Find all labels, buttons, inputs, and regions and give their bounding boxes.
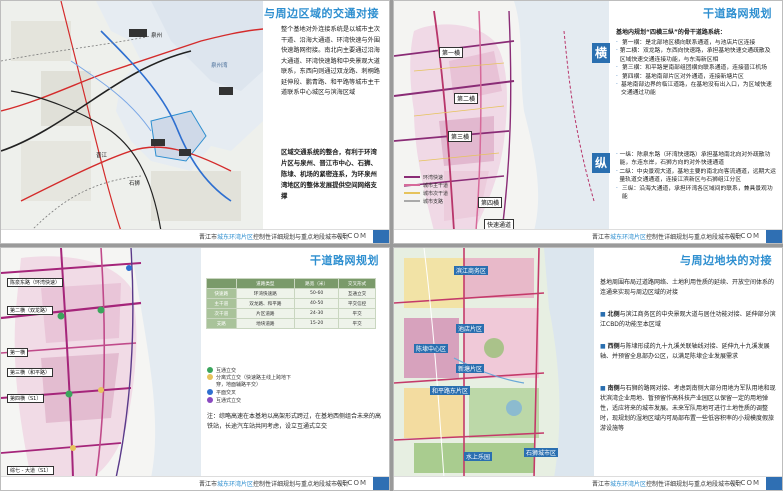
road-tag: 第三横（和平路） bbox=[7, 368, 54, 377]
road-tag: 陈泉东路（环湾快速） bbox=[7, 278, 64, 287]
list-item: · 第四横：基地南部片区对外通道，连接新塘片区 bbox=[616, 73, 744, 80]
page-badge bbox=[373, 477, 389, 490]
table-row: 支路 地块道路 15-20 平交 bbox=[206, 318, 376, 329]
table-row: 次干道 片区道路 24-30 平交 bbox=[206, 308, 376, 319]
footer-text: 晋江市城东环湾片区控制性详细规划与重点地段城市设计 bbox=[592, 234, 743, 241]
page-badge bbox=[766, 230, 782, 243]
road-label: 第一横 bbox=[439, 47, 464, 58]
footer-text: 晋江市城东环湾片区控制性详细规划与重点地段城市设计 bbox=[199, 234, 350, 241]
list-item: · 三纵：沿海大通道，承担环湾各区域间的联系，兼具景观功能 bbox=[616, 185, 773, 201]
map-legend: 环湾快速 城市主干道 城市次干道 城市支路 bbox=[404, 173, 448, 205]
area-tag: 池店片区 bbox=[456, 324, 485, 333]
note-text: 注：综略高速在本基地以高架形式跨过，在基地西侧组合未来的高铁站，长途汽车站共同考… bbox=[207, 413, 382, 430]
slide-title: 与周边区域的交通对接 bbox=[264, 7, 379, 20]
legend-item: 城市主干道 bbox=[404, 181, 448, 189]
area-tag: 水上乐园 bbox=[464, 452, 493, 461]
area-tag: 滨江商务区 bbox=[454, 266, 489, 275]
road-tag: 第二横（双龙路） bbox=[7, 306, 54, 315]
area-tag: 新塘片区 bbox=[456, 364, 485, 373]
table-header-row: 道路类型 路宽（米） 交叉形式 bbox=[206, 278, 376, 289]
aecom-logo: AECOM bbox=[729, 232, 760, 240]
area-tag: 石狮城市区 bbox=[524, 448, 559, 457]
slide-regional-traffic: 泉州 泉州湾 晋江 石狮 与周边区域的交通对接 整个基地对外连接系统是以城市主次… bbox=[0, 0, 390, 244]
zong-list: · 一纵：陈泉东路（环湾快速路）承担基地南北向对外疏散功能，东连东岸，石狮方向的对… bbox=[616, 151, 776, 201]
slide-footer: 晋江市城东环湾片区控制性详细规划与重点地段城市设计 AECOM bbox=[394, 229, 782, 243]
aecom-logo: AECOM bbox=[336, 479, 367, 487]
interchange-marker bbox=[65, 390, 73, 398]
section-heading: 基地内规划“四横三纵”的骨干道路系统： bbox=[616, 29, 726, 36]
road-spec-table: 道路类型 路宽（米） 交叉形式 快速路 环湾快速路 50-60 互通立交 主干道 双龙路、和… bbox=[206, 278, 376, 329]
slide-footer: 晋江市城东环湾片区控制性详细规划与重点地段城市设计 AECOM bbox=[1, 476, 389, 490]
slide-adjacent-parcels: 滨江商务区 池店片区 陈埭中心区 新塘片区 和平路东片区 石狮城市区 水上乐园 … bbox=[393, 247, 783, 491]
list-item: · 基地南部边界的临江道路，在基地没有出入口，为区域快速交通通过功能 bbox=[616, 82, 772, 97]
interchange-marker bbox=[57, 312, 65, 320]
slide-footer: 晋江市城东环湾片区控制性详细规划与重点地段城市设计 AECOM bbox=[394, 476, 782, 490]
list-item: · 第一横：是北部地区横向联系通道，与池店片区连接 bbox=[616, 40, 756, 46]
summary-paragraph: 区域交通系统的整合，有利于环湾片区与泉州、晋江市中心、石狮、陈埭、机场的紧密连系… bbox=[281, 148, 377, 200]
road-label: 第四横 bbox=[478, 197, 503, 208]
list-item: · 二纵：中央景观大道，基地主要的南北向客流通道，远期大运量轨道交通通道，连接江滨… bbox=[616, 168, 776, 184]
list-item: · 第三横：和平路是南部组团横向联系通道，连接晋江机场 bbox=[616, 65, 767, 72]
map-marker bbox=[129, 29, 147, 37]
legend-item: 互通式立交 bbox=[207, 396, 297, 404]
list-item: · 第二横：双龙路，东西向快速路，承担基地快速交通疏散及区域快速交通连接功能，与东… bbox=[616, 48, 771, 63]
north-paragraph: ■ 北侧与滨江商务区的中央景观大道与居住功能对接、延伸部分滨江CBD的功能至本区… bbox=[600, 311, 776, 328]
aecom-logo: AECOM bbox=[336, 232, 367, 240]
map-marker bbox=[179, 149, 191, 156]
map-label: 石狮 bbox=[129, 181, 141, 187]
map-marker bbox=[219, 87, 233, 95]
map-label: 晋江 bbox=[96, 153, 108, 159]
road-label: 第三横 bbox=[448, 131, 473, 142]
list-item: · 一纵：陈泉东路（环湾快速路）承担基地南北向对外疏散功能，东连东岸，石狮方向的对… bbox=[616, 152, 771, 167]
heng-badge: 横 bbox=[592, 43, 610, 63]
road-tag: 综七 - 大道（S1） bbox=[7, 466, 55, 475]
page-badge bbox=[766, 477, 782, 490]
map-label: 泉州湾 bbox=[211, 63, 228, 69]
slide-footer: 晋江市城东环湾片区控制性详细规划与重点地段城市设计 AECOM bbox=[1, 229, 389, 243]
legend-item: 分离式立交（快速路主线上跨地下穿，地面辅路平交） bbox=[207, 374, 297, 388]
map-marker bbox=[151, 139, 165, 146]
road-tag: 第一横 bbox=[7, 348, 29, 357]
interchange-marker bbox=[126, 265, 132, 271]
table-row: 主干道 双龙路、和平路 40-50 平交信控 bbox=[206, 298, 376, 309]
page-badge bbox=[373, 230, 389, 243]
area-tag: 陈埭中心区 bbox=[414, 344, 449, 353]
interchange-marker bbox=[98, 387, 104, 393]
area-tag: 和平路东片区 bbox=[430, 386, 471, 395]
legend-item: 平面交叉 bbox=[207, 388, 297, 396]
slide-title: 与周边地块的对接 bbox=[680, 254, 772, 267]
slide-title: 干道路网规划 bbox=[703, 7, 772, 20]
intro-paragraph: 基地周围布局过道路网络、土地利用性质的延续、开放空间体系的连通来实现与周边区域的… bbox=[600, 279, 775, 296]
road-tag: 第四横（S1） bbox=[7, 394, 45, 403]
intro-paragraph: 整个基地对外连接系统是以城市主次干道、沿海大通道、环湾快速与外围快速路网衔接。南… bbox=[281, 26, 380, 96]
aecom-logo: AECOM bbox=[729, 479, 760, 487]
south-paragraph: ■ 南侧与石狮的路网对接、考虑到南侧大部分用地为军队用地和现状滨湾企业用地、暂预… bbox=[600, 385, 776, 432]
slide-title: 干道路网规划 bbox=[310, 254, 379, 267]
legend-item: 城市次干道 bbox=[404, 189, 448, 197]
interchange-marker bbox=[97, 306, 105, 314]
regional-traffic-map bbox=[1, 1, 263, 231]
footer-text: 晋江市城东环湾片区控制性详细规划与重点地段城市设计 bbox=[592, 481, 743, 488]
legend-item: 环湾快速 bbox=[404, 173, 448, 181]
land-use-map bbox=[394, 248, 594, 478]
map-label: 泉州 bbox=[151, 33, 163, 39]
heng-list: · 第一横：是北部地区横向联系通道，与池店片区连接 · 第二横：双龙路，东西向快速路… bbox=[616, 39, 776, 98]
road-label: 第二横 bbox=[454, 93, 479, 104]
legend-item: 城市支路 bbox=[404, 197, 448, 205]
interchange-marker bbox=[70, 445, 76, 451]
zong-badge: 纵 bbox=[592, 153, 610, 173]
slide-arterial-network: 第一横 第二横 第三横 第四横 快速通道 环湾快速 城市主干道 城市次干道 城市… bbox=[393, 0, 783, 244]
slide-arterial-network-2: 陈泉东路（环湾快速） 第二横（双龙路） 第一横 第三横（和平路） 第四横（S1）… bbox=[0, 247, 390, 491]
interchange-legend: 互通立交 分离式立交（快速路主线上跨地下穿，地面辅路平交） 平面交叉 互通式立交 bbox=[207, 366, 297, 404]
table-row: 快速路 环湾快速路 50-60 互通立交 bbox=[206, 288, 376, 299]
west-paragraph: ■ 西侧与陈埭形成的九十九溪关联轴线对接、延伸九十九溪发展轴、并预留全息部办公区… bbox=[600, 343, 770, 360]
footer-text: 晋江市城东环湾片区控制性详细规划与重点地段城市设计 bbox=[199, 481, 350, 488]
legend-item: 互通立交 bbox=[207, 366, 297, 374]
